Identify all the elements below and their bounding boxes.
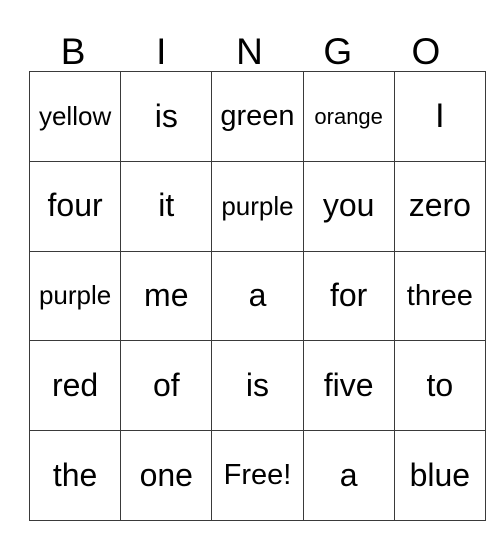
bingo-cell-label: you — [322, 187, 375, 224]
bingo-cell-label: green — [220, 100, 295, 133]
bingo-cell-label: zero — [408, 187, 471, 224]
bingo-cell-label: the — [52, 456, 98, 493]
bingo-header-letter-o: O — [411, 31, 441, 72]
bingo-cell[interactable]: orange — [302, 71, 395, 162]
bingo-cell-label: red — [51, 366, 99, 403]
bingo-cell[interactable]: red — [28, 340, 122, 432]
bingo-cell[interactable]: it — [120, 160, 213, 252]
bingo-cell-label: for — [329, 277, 368, 314]
bingo-cell[interactable]: purple — [28, 250, 122, 342]
bingo-cell[interactable]: you — [302, 160, 395, 252]
bingo-cell-label: orange — [314, 103, 383, 129]
bingo-cell-label: purple — [38, 280, 112, 311]
bingo-cell-label: five — [323, 366, 374, 403]
bingo-cell-label: me — [144, 277, 189, 314]
bingo-cell[interactable]: a — [211, 250, 304, 342]
bingo-cell[interactable]: a — [302, 430, 395, 521]
bingo-cell[interactable]: me — [120, 250, 213, 342]
bingo-cell-label: four — [47, 187, 103, 224]
bingo-cell[interactable]: four — [28, 160, 122, 252]
bingo-cell-label: I — [435, 96, 445, 135]
bingo-cell-label: a — [248, 277, 267, 314]
bingo-grid: yellow is green orange Ifour it purple you zero p… — [28, 71, 486, 521]
bingo-cell[interactable]: Free! — [211, 430, 304, 521]
bingo-cell[interactable]: purple — [211, 160, 304, 252]
bingo-cell[interactable]: is — [120, 71, 213, 162]
bingo-cell[interactable]: green — [211, 71, 304, 162]
bingo-row: four it purple you zero — [28, 160, 486, 252]
bingo-cell-label: is — [154, 97, 178, 134]
bingo-cell-label: three — [406, 279, 473, 312]
bingo-cell[interactable]: the — [28, 430, 122, 521]
bingo-row: the one Free! a blue — [28, 430, 486, 521]
bingo-row: red of is five to — [28, 340, 486, 432]
bingo-cell[interactable]: yellow — [28, 71, 122, 162]
bingo-cell[interactable]: I — [393, 71, 486, 162]
bingo-cell[interactable]: one — [120, 430, 213, 521]
bingo-row: yellow is green orange I — [28, 71, 486, 162]
bingo-cell[interactable]: to — [393, 340, 486, 432]
bingo-cell-label: a — [339, 456, 358, 493]
bingo-cell-label: of — [152, 366, 180, 403]
bingo-cell[interactable]: three — [393, 250, 486, 342]
bingo-grid-body: yellow is green orange Ifour it purple you zero p… — [28, 71, 486, 521]
bingo-cell-label: Free! — [223, 459, 292, 492]
bingo-header-row: BINGO — [29, 14, 470, 71]
bingo-cell-label: purple — [221, 190, 294, 221]
bingo-cell[interactable]: five — [302, 340, 395, 432]
bingo-header-letter-g: G — [323, 31, 353, 72]
bingo-header-letter-b: B — [60, 31, 86, 72]
bingo-cell-label: one — [139, 456, 193, 493]
bingo-cell-label: yellow — [38, 100, 112, 131]
bingo-cell-label: blue — [409, 456, 471, 493]
bingo-cell-label: to — [426, 366, 454, 403]
bingo-cell-label: it — [158, 187, 175, 224]
bingo-header-letter-i: I — [156, 31, 167, 72]
bingo-cell[interactable]: of — [120, 340, 213, 432]
bingo-cell[interactable]: is — [211, 340, 304, 432]
bingo-header-letter-n: N — [236, 31, 263, 72]
bingo-row: purple me a for three — [28, 250, 486, 342]
bingo-cell-label: is — [245, 366, 270, 403]
bingo-cell[interactable]: for — [302, 250, 395, 342]
bingo-cell[interactable]: zero — [393, 160, 486, 252]
bingo-card: B I N G O yellow is green orange Ifour it purple yo… — [28, 14, 486, 521]
bingo-cell[interactable]: blue — [393, 430, 486, 521]
